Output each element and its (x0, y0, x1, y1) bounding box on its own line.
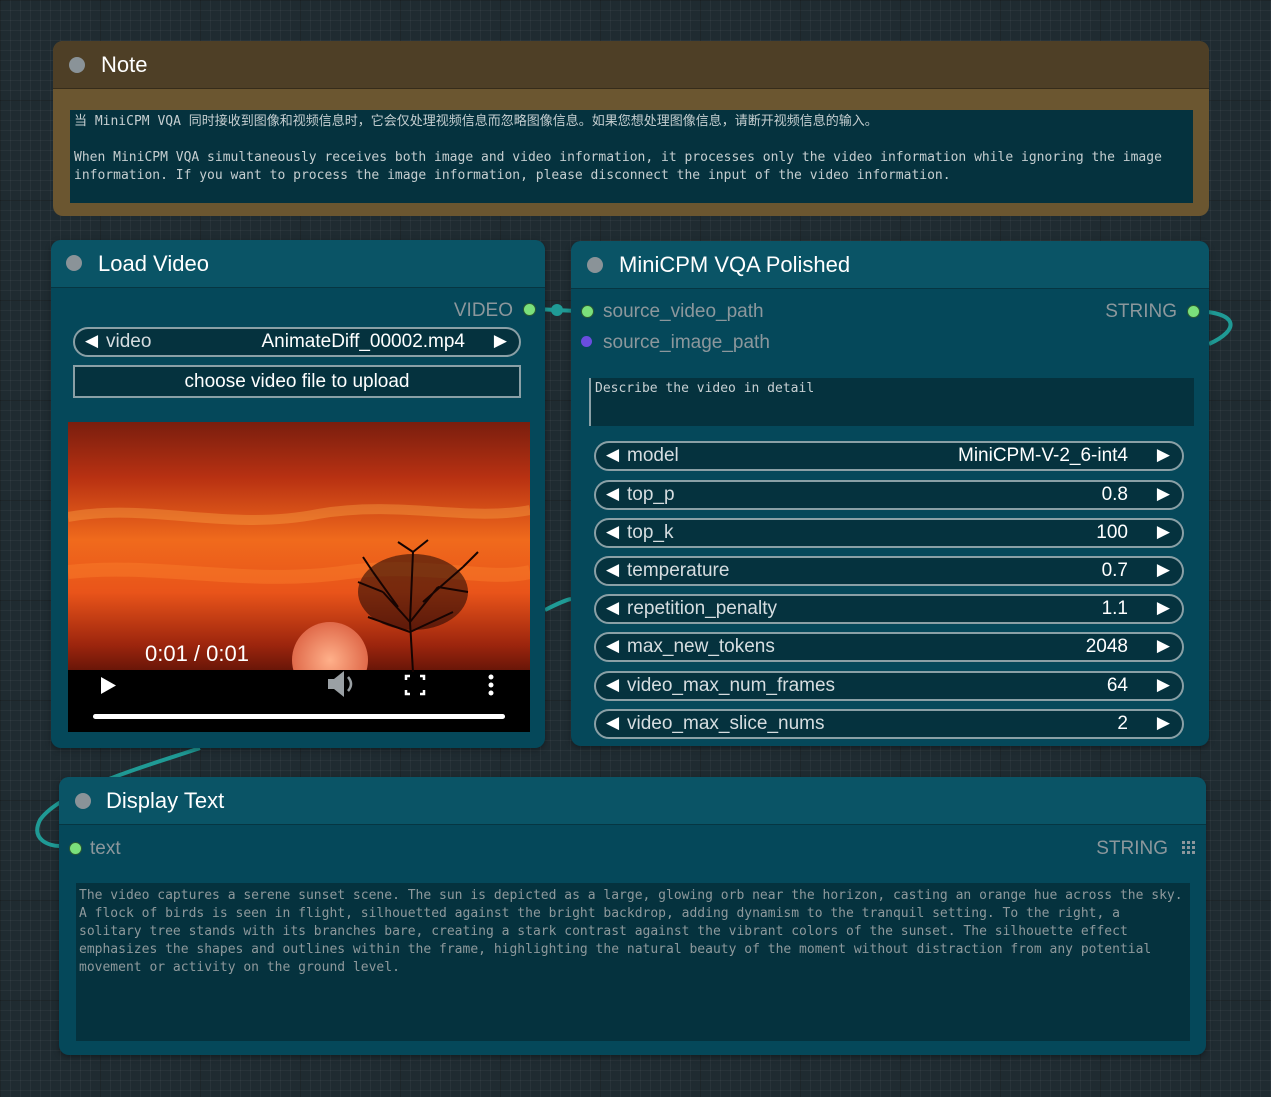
widget-value: 2 (1117, 713, 1128, 734)
widget-value: 2048 (1085, 636, 1128, 657)
video-widget-value: AnimateDiff_00002.mp4 (261, 331, 466, 352)
widget-value: MiniCPM-V-2_6-int4 (958, 445, 1128, 466)
increment-arrow-icon[interactable]: ▶ (1157, 445, 1170, 465)
decrement-arrow-icon[interactable]: ◀ (606, 598, 619, 618)
widget-value: 0.8 (1101, 484, 1128, 505)
note-text-zh: 当 MiniCPM VQA 同时接收到图像和视频信息时，它会仅处理视频信息而忽略… (74, 114, 878, 129)
widget-label: video_max_num_frames (627, 675, 836, 696)
video-progress-fill (93, 714, 505, 719)
video-preview[interactable]: 0:01 / 0:01 (68, 422, 530, 732)
decrement-arrow-icon[interactable]: ◀ (606, 636, 619, 656)
note-title-bar[interactable]: Note (53, 41, 1209, 89)
increment-arrow-icon[interactable]: ▶ (1157, 675, 1170, 695)
note-node[interactable]: Note 当 MiniCPM VQA 同时接收到图像和视频信息时，它会仅处理视频… (53, 41, 1209, 216)
top-k-widget[interactable]: ◀ top_k 100 ▶ (594, 518, 1184, 548)
minicpm-vqa-node[interactable]: MiniCPM VQA Polished source_video_path s… (571, 241, 1209, 746)
max-new-tokens-widget[interactable]: ◀ max_new_tokens 2048 ▶ (594, 632, 1184, 662)
note-textarea[interactable]: 当 MiniCPM VQA 同时接收到图像和视频信息时，它会仅处理视频信息而忽略… (70, 110, 1193, 203)
decrement-arrow-icon[interactable]: ◀ (85, 331, 98, 351)
increment-arrow-icon[interactable]: ▶ (1157, 636, 1170, 656)
text-input-slot[interactable] (69, 842, 82, 855)
widget-label: top_p (627, 484, 675, 505)
link-segment (544, 597, 572, 612)
volume-icon[interactable] (328, 671, 353, 697)
collapse-dot-icon[interactable] (66, 255, 82, 271)
string-output-label: STRING (1096, 838, 1168, 859)
video-combo-widget[interactable]: ◀ video AnimateDiff_00002.mp4 ▶ (73, 327, 521, 357)
widget-label: repetition_penalty (627, 598, 777, 619)
minicpm-title: MiniCPM VQA Polished (619, 252, 851, 277)
display-text-title-bar[interactable]: Display Text (59, 777, 1206, 825)
widget-label: model (627, 445, 679, 466)
decrement-arrow-icon[interactable]: ◀ (606, 560, 619, 580)
decrement-arrow-icon[interactable]: ◀ (606, 484, 619, 504)
temperature-widget[interactable]: ◀ temperature 0.7 ▶ (594, 556, 1184, 586)
widget-value: 64 (1106, 675, 1128, 696)
more-options-icon[interactable] (488, 674, 494, 696)
video-time-readout: 0:01 / 0:01 (145, 641, 249, 666)
list-output-grid-icon[interactable] (1182, 841, 1195, 854)
string-output-slot[interactable] (1187, 305, 1200, 318)
widget-label: top_k (627, 522, 674, 543)
widget-value: 1.1 (1101, 598, 1128, 619)
widget-label: temperature (627, 560, 730, 581)
video-controls (68, 652, 530, 732)
video-max-num-frames-widget[interactable]: ◀ video_max_num_frames 64 ▶ (594, 671, 1184, 701)
load-video-title: Load Video (98, 251, 209, 276)
video-progress-track[interactable] (93, 714, 505, 719)
collapse-dot-icon[interactable] (587, 257, 603, 273)
repetition-penalty-widget[interactable]: ◀ repetition_penalty 1.1 ▶ (594, 594, 1184, 624)
load-video-node[interactable]: Load Video VIDEO ◀ video AnimateDiff_000… (51, 240, 545, 748)
collapse-dot-icon[interactable] (75, 793, 91, 809)
fullscreen-icon[interactable] (404, 674, 426, 696)
decrement-arrow-icon[interactable]: ◀ (606, 522, 619, 542)
widget-value: 0.7 (1101, 560, 1128, 581)
display-text-node[interactable]: Display Text text STRING The video captu… (59, 777, 1206, 1055)
increment-arrow-icon[interactable]: ▶ (1157, 560, 1170, 580)
text-input-label: text (90, 838, 121, 859)
source-image-label: source_image_path (603, 332, 770, 353)
display-text-title: Display Text (106, 788, 225, 813)
note-text-en: When MiniCPM VQA simultaneously receives… (74, 150, 1170, 183)
load-video-title-bar[interactable]: Load Video (51, 240, 545, 288)
minicpm-title-bar[interactable]: MiniCPM VQA Polished (571, 241, 1209, 289)
model-widget[interactable]: ◀ model MiniCPM-V-2_6-int4 ▶ (594, 441, 1184, 471)
increment-arrow-icon[interactable]: ▶ (1157, 484, 1170, 504)
top-p-widget[interactable]: ◀ top_p 0.8 ▶ (594, 480, 1184, 510)
video-max-slice-nums-widget[interactable]: ◀ video_max_slice_nums 2 ▶ (594, 709, 1184, 739)
prompt-textarea[interactable]: Describe the video in detail (589, 378, 1194, 426)
output-textarea[interactable]: The video captures a serene sunset scene… (76, 883, 1190, 1041)
play-icon[interactable] (101, 677, 116, 694)
widget-label: max_new_tokens (627, 636, 775, 657)
decrement-arrow-icon[interactable]: ◀ (606, 445, 619, 465)
source-video-input-slot[interactable] (581, 305, 594, 318)
increment-arrow-icon[interactable]: ▶ (1157, 522, 1170, 542)
video-output-label: VIDEO (453, 300, 513, 321)
increment-arrow-icon[interactable]: ▶ (1157, 598, 1170, 618)
decrement-arrow-icon[interactable]: ◀ (606, 713, 619, 733)
widget-label: video_max_slice_nums (627, 713, 825, 734)
video-widget-label: video (106, 331, 152, 352)
increment-arrow-icon[interactable]: ▶ (494, 331, 507, 351)
widget-value: 100 (1096, 522, 1128, 543)
collapse-dot-icon[interactable] (69, 57, 85, 73)
upload-video-button[interactable]: choose video file to upload (73, 365, 521, 398)
decrement-arrow-icon[interactable]: ◀ (606, 675, 619, 695)
source-video-label: source_video_path (603, 301, 764, 322)
source-image-input-slot[interactable] (581, 336, 592, 347)
increment-arrow-icon[interactable]: ▶ (1157, 713, 1170, 733)
string-output-label: STRING (1105, 301, 1177, 322)
video-output-slot[interactable] (523, 303, 536, 316)
note-title: Note (101, 52, 148, 77)
link-midpoint (551, 304, 563, 316)
